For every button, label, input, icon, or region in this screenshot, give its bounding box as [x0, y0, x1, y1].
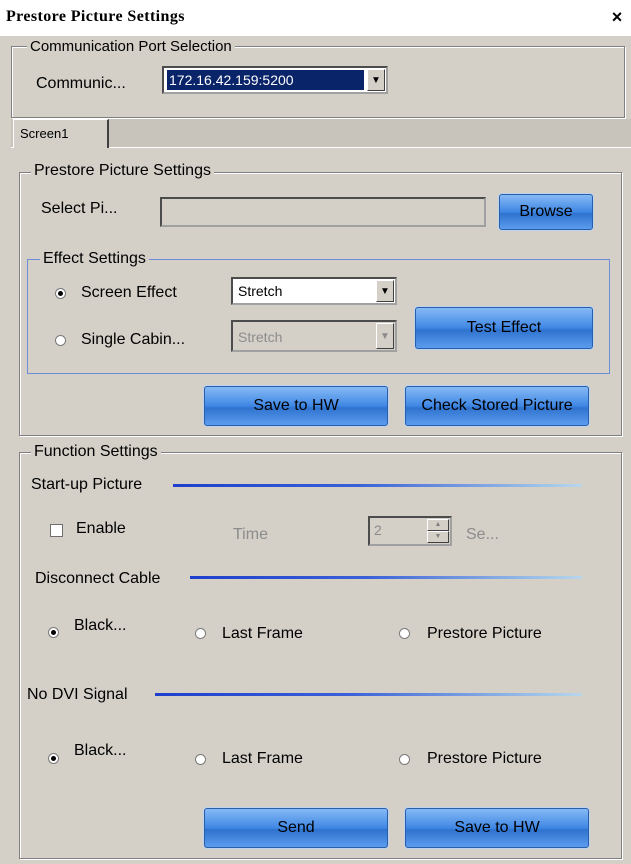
screen-effect-value: Stretch	[238, 283, 283, 299]
picture-path-field[interactable]	[160, 197, 486, 227]
prestore-group-label: Prestore Picture Settings	[31, 162, 214, 180]
single-cabinet-radio[interactable]	[55, 335, 66, 346]
disconnect-black-label: Black...	[74, 617, 127, 634]
disconnect-black-radio[interactable]	[48, 627, 59, 638]
no-dvi-last-frame-label: Last Frame	[222, 750, 303, 767]
screen-effect-label: Screen Effect	[81, 284, 177, 301]
enable-checkbox[interactable]	[50, 524, 63, 537]
chevron-down-icon[interactable]: ▼	[376, 323, 394, 349]
comm-port-select[interactable]: 172.16.42.159:5200 ▼	[162, 66, 388, 94]
comm-port-value: 172.16.42.159:5200	[167, 70, 364, 90]
select-picture-label: Select Pi...	[41, 200, 118, 217]
time-value: 2	[374, 522, 382, 538]
no-dvi-separator	[155, 693, 582, 696]
no-dvi-prestore-radio[interactable]	[399, 754, 410, 765]
disconnect-last-frame-label: Last Frame	[222, 625, 303, 642]
no-dvi-last-frame-radio[interactable]	[195, 754, 206, 765]
window-title: Prestore Picture Settings	[6, 8, 185, 25]
screen-effect-select[interactable]: Stretch ▼	[231, 277, 397, 305]
stepper-up-icon[interactable]: ▲	[427, 519, 449, 531]
no-dvi-black-radio[interactable]	[48, 753, 59, 764]
effect-group-label: Effect Settings	[40, 250, 149, 268]
time-unit-label: Se...	[466, 526, 499, 543]
no-dvi-signal-label: No DVI Signal	[27, 686, 128, 703]
test-effect-button[interactable]: Test Effect	[415, 307, 593, 349]
disconnect-last-frame-radio[interactable]	[195, 628, 206, 639]
single-cabinet-select[interactable]: Stretch ▼	[231, 320, 397, 352]
function-group-label: Function Settings	[31, 443, 161, 461]
disconnect-cable-label: Disconnect Cable	[35, 570, 161, 587]
time-label: Time	[233, 526, 268, 543]
tab-screen1[interactable]: Screen1	[13, 119, 109, 148]
check-stored-picture-button[interactable]: Check Stored Picture	[405, 386, 589, 426]
stepper-down-icon[interactable]: ▼	[427, 531, 449, 543]
enable-label: Enable	[76, 520, 126, 537]
disconnect-prestore-label: Prestore Picture	[427, 625, 542, 642]
chevron-down-icon[interactable]: ▼	[376, 280, 394, 302]
disconnect-separator	[190, 576, 582, 579]
no-dvi-black-label: Black...	[74, 742, 127, 759]
no-dvi-prestore-label: Prestore Picture	[427, 750, 542, 767]
send-button[interactable]: Send	[204, 808, 388, 848]
time-stepper[interactable]: 2 ▲ ▼	[368, 516, 452, 546]
tab-screen1-label: Screen1	[20, 126, 69, 141]
close-icon[interactable]: ×	[606, 6, 628, 28]
startup-picture-label: Start-up Picture	[31, 476, 143, 493]
browse-button[interactable]: Browse	[499, 194, 593, 230]
single-cabinet-label: Single Cabin...	[81, 331, 186, 348]
comm-port-group-label: Communication Port Selection	[27, 38, 235, 55]
save-to-hw-bottom-button[interactable]: Save to HW	[405, 808, 589, 848]
screen-effect-radio[interactable]	[55, 288, 66, 299]
function-group	[19, 452, 622, 859]
save-to-hw-button[interactable]: Save to HW	[204, 386, 388, 426]
comm-port-label: Communic...	[36, 75, 126, 92]
chevron-down-icon[interactable]: ▼	[367, 69, 385, 91]
single-cabinet-value: Stretch	[238, 329, 283, 345]
disconnect-prestore-radio[interactable]	[399, 628, 410, 639]
startup-separator	[173, 484, 582, 487]
title-bar: Prestore Picture Settings ×	[0, 0, 631, 36]
